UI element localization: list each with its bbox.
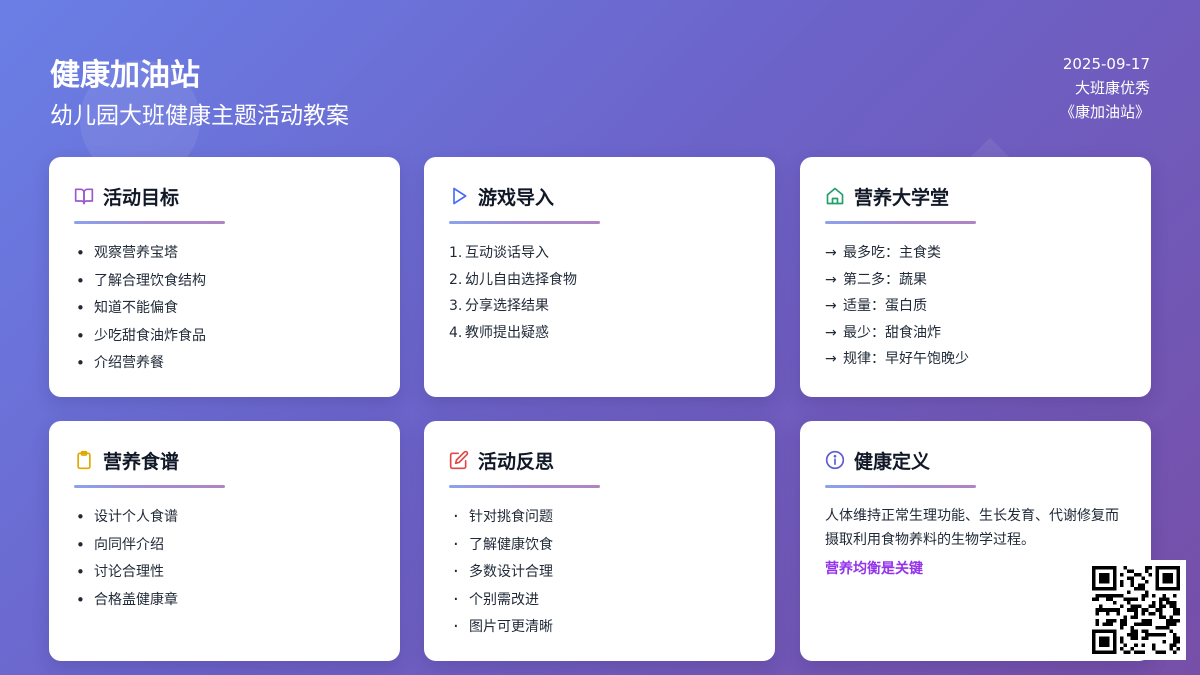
info-icon — [825, 450, 845, 470]
list-item: → 最多吃：主食类 — [825, 245, 941, 261]
header-date: 2025-09-17 — [1062, 55, 1150, 73]
card-divider — [825, 485, 976, 488]
goal-list: 观察营养宝塔 了解合理饮食结构 知道不能偏食 少吃甜食油炸食品 介绍营养餐 — [74, 240, 375, 378]
card-title: 营养食谱 — [103, 450, 180, 473]
list-item: 介绍营养餐 — [74, 350, 375, 378]
card-divider — [449, 221, 600, 224]
list-item: 少吃甜食油炸食品 — [74, 323, 375, 351]
list-item: 3. 分享选择结果 — [449, 298, 549, 315]
card-divider — [74, 221, 225, 224]
reflection-list: 针对挑食问题 了解健康饮食 多数设计合理 个别需改进 图片可更清晰 — [449, 504, 750, 642]
clipboard-icon — [74, 450, 94, 470]
card-title: 活动反思 — [478, 450, 555, 473]
list-item: 观察营养宝塔 — [74, 240, 375, 268]
list-item: 多数设计合理 — [449, 559, 750, 587]
header-author: 大班康优秀 — [1074, 79, 1150, 97]
qr-code — [1086, 560, 1186, 660]
list-item: → 适量：蛋白质 — [825, 298, 927, 315]
list-item: 2. 幼儿自由选择食物 — [449, 271, 577, 288]
card-game-intro: 游戏导入 1. 互动谈话导入 2. 幼儿自由选择食物 3. 分享选择结果 4. 教师提出… — [424, 157, 775, 397]
list-item: 了解健康饮食 — [449, 532, 750, 560]
list-item: 1. 互动谈话导入 — [449, 245, 549, 261]
page-title: 健康加油站 — [50, 58, 200, 93]
list-item: 4. 教师提出疑惑 — [449, 324, 549, 341]
list-item: → 第二多：蔬果 — [825, 271, 927, 288]
card-divider — [825, 221, 976, 224]
card-title: 健康定义 — [854, 450, 931, 473]
book-icon — [74, 186, 94, 206]
key-point-text: 营养均衡是关键 — [825, 561, 923, 577]
list-item: 向同伴介绍 — [74, 532, 375, 560]
edit-icon — [449, 450, 469, 470]
list-item: 设计个人食谱 — [74, 504, 375, 532]
card-nutrition-class: 营养大学堂 → 最多吃：主食类 → 第二多：蔬果 → 适量：蛋白质 → 最少：甜食油炸 … — [800, 157, 1151, 397]
definition-text: 人体维持正常生理功能、生长发育、代谢修复而摄取利用食物养料的生物学过程。 — [825, 508, 1119, 548]
card-title: 营养大学堂 — [854, 186, 950, 209]
list-item: 合格盖健康章 — [74, 587, 375, 615]
list-item: 讨论合理性 — [74, 559, 375, 587]
card-divider — [74, 485, 225, 488]
list-item: 个别需改进 — [449, 587, 750, 615]
play-icon — [449, 186, 469, 206]
list-item: 了解合理饮食结构 — [74, 268, 375, 296]
list-item: → 最少：甜食油炸 — [825, 324, 941, 341]
card-activity-goals: 活动目标 观察营养宝塔 了解合理饮食结构 知道不能偏食 少吃甜食油炸食品 介绍营… — [49, 157, 400, 397]
card-activity-reflection: 活动反思 针对挑食问题 了解健康饮食 多数设计合理 个别需改进 图片可更清晰 — [424, 421, 775, 661]
list-item: 针对挑食问题 — [449, 504, 750, 532]
card-title: 游戏导入 — [478, 186, 555, 209]
list-item: 图片可更清晰 — [449, 614, 750, 642]
qr-code-icon — [1092, 566, 1180, 654]
card-divider — [449, 485, 600, 488]
list-item: → 规律：早好午饱晚少 — [825, 351, 969, 368]
header-work: 《康加油站》 — [1059, 103, 1150, 121]
list-item: 知道不能偏食 — [74, 295, 375, 323]
nutrition-list: → 最多吃：主食类 → 第二多：蔬果 → 适量：蛋白质 → 最少：甜食油炸 → 规律：早好… — [825, 240, 1126, 373]
page-subtitle: 幼儿园大班健康主题活动教案 — [50, 103, 349, 129]
card-title: 活动目标 — [103, 186, 180, 209]
header-meta: 2025-09-17 大班康优秀 《康加油站》 — [1060, 52, 1150, 124]
home-icon — [825, 186, 845, 206]
recipe-list: 设计个人食谱 向同伴介绍 讨论合理性 合格盖健康章 — [74, 504, 375, 614]
card-nutrition-recipe: 营养食谱 设计个人食谱 向同伴介绍 讨论合理性 合格盖健康章 — [49, 421, 400, 661]
game-step-list: 1. 互动谈话导入 2. 幼儿自由选择食物 3. 分享选择结果 4. 教师提出疑惑 — [449, 240, 750, 346]
